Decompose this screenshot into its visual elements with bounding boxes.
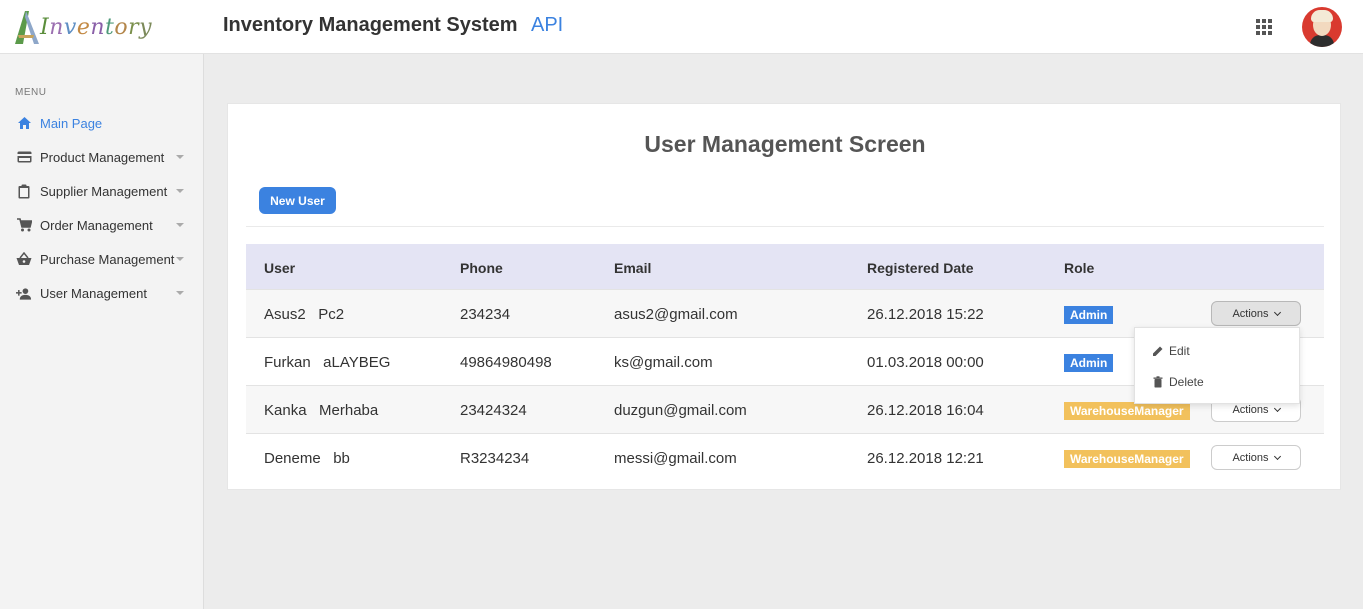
chevron-down-icon xyxy=(176,189,184,193)
chevron-down-icon xyxy=(1273,404,1281,412)
logo-letter: I xyxy=(40,14,50,40)
logo-letter: e xyxy=(76,14,91,40)
role-badge: Admin xyxy=(1064,306,1114,324)
cell-phone: R3234234 xyxy=(460,450,530,467)
actions-dropdown-menu: Edit Delete xyxy=(1134,327,1300,404)
sidebar-item-main-page[interactable]: Main Page xyxy=(0,108,203,138)
cell-user: Deneme bb xyxy=(264,450,350,467)
sidebar-item-label: Supplier Management xyxy=(40,183,168,199)
chevron-down-icon xyxy=(176,257,184,261)
sidebar-item-purchase-management[interactable]: Purchase Management xyxy=(0,244,203,274)
clipboard-icon xyxy=(16,183,32,199)
actions-label: Actions xyxy=(1232,403,1269,416)
home-icon xyxy=(16,115,32,131)
cell-phone: 234234 xyxy=(460,306,511,323)
new-user-button[interactable]: New User xyxy=(259,187,336,214)
credit-card-icon xyxy=(16,149,32,165)
user-add-icon xyxy=(16,285,32,301)
pencil-icon xyxy=(1153,346,1163,356)
cell-email: duzgun@gmail.com xyxy=(614,402,747,419)
chevron-down-icon xyxy=(1273,308,1281,316)
cell-user: Kanka Merhaba xyxy=(264,402,379,419)
cell-date: 26.12.2018 12:21 xyxy=(867,450,984,467)
column-header-registered-date: Registered Date xyxy=(867,260,974,276)
page-title: User Management Screen xyxy=(644,131,926,157)
sidebar: MENU Main Page Product Management Suppli… xyxy=(0,54,204,609)
logo-letter: v xyxy=(63,14,77,40)
logo-letter: t xyxy=(105,14,115,40)
api-link[interactable]: API xyxy=(531,14,563,37)
sidebar-item-label: Product Management xyxy=(40,149,165,165)
app-logo[interactable]: Inventory xyxy=(14,8,152,46)
menu-item-label: Edit xyxy=(1169,344,1190,358)
logo-letter: n xyxy=(90,14,106,40)
cell-email: ks@gmail.com xyxy=(614,354,713,371)
column-header-phone: Phone xyxy=(460,260,503,276)
table-row: Deneme bb R3234234 messi@gmail.com 26.12… xyxy=(246,433,1324,481)
cell-user: Asus2 Pc2 xyxy=(264,306,345,323)
logo-letter: n xyxy=(49,14,64,40)
logo-letter: r xyxy=(128,14,140,40)
sidebar-item-order-management[interactable]: Order Management xyxy=(0,210,203,240)
logo-letter: y xyxy=(139,14,153,40)
actions-button[interactable]: Actions xyxy=(1211,445,1301,470)
sidebar-item-product-management[interactable]: Product Management xyxy=(0,142,203,172)
cell-phone: 23424324 xyxy=(460,402,527,419)
cell-email: messi@gmail.com xyxy=(614,450,737,467)
user-avatar[interactable] xyxy=(1302,7,1342,47)
column-header-role: Role xyxy=(1064,260,1095,276)
sidebar-item-label: User Management xyxy=(40,285,147,301)
menu-item-edit[interactable]: Edit xyxy=(1135,336,1299,366)
top-header: Inventory Inventory Management System AP… xyxy=(0,0,1363,54)
menu-item-delete[interactable]: Delete xyxy=(1135,367,1299,397)
menu-label: MENU xyxy=(15,87,47,98)
trash-icon xyxy=(1153,376,1163,388)
sidebar-item-supplier-management[interactable]: Supplier Management xyxy=(0,176,203,206)
cell-user: Furkan aLAYBEG xyxy=(264,354,391,371)
sidebar-item-label: Main Page xyxy=(40,115,103,131)
cart-icon xyxy=(16,217,32,233)
basket-icon xyxy=(16,251,32,267)
sidebar-item-label: Purchase Management xyxy=(40,251,175,267)
cell-date: 01.03.2018 00:00 xyxy=(867,354,984,371)
cell-email: asus2@gmail.com xyxy=(614,306,738,323)
table-header: User Phone Email Registered Date Role xyxy=(246,244,1324,289)
actions-label: Actions xyxy=(1232,451,1269,464)
chevron-down-icon xyxy=(176,155,184,159)
user-management-card: User Management Screen New User User Pho… xyxy=(227,103,1341,490)
logo-letter: o xyxy=(114,14,129,40)
sidebar-item-user-management[interactable]: User Management xyxy=(0,278,203,308)
column-header-email: Email xyxy=(614,260,652,276)
logo-text: Inventory xyxy=(40,15,152,40)
cell-date: 26.12.2018 15:22 xyxy=(867,306,984,323)
cell-phone: 49864980498 xyxy=(460,354,552,371)
grid-apps-icon[interactable] xyxy=(1256,19,1272,35)
chevron-down-icon xyxy=(1273,452,1281,460)
divider xyxy=(246,226,1324,227)
chevron-down-icon xyxy=(176,291,184,295)
role-badge: WarehouseManager xyxy=(1064,450,1190,468)
cell-date: 26.12.2018 16:04 xyxy=(867,402,984,419)
actions-label: Actions xyxy=(1232,307,1269,320)
sidebar-item-label: Order Management xyxy=(40,217,153,233)
logo-mark-icon xyxy=(15,11,39,44)
chevron-down-icon xyxy=(176,223,184,227)
menu-item-label: Delete xyxy=(1169,375,1204,389)
column-header-user: User xyxy=(264,260,296,276)
actions-button[interactable]: Actions xyxy=(1211,301,1301,326)
app-title: Inventory Management System xyxy=(223,14,518,36)
role-badge: Admin xyxy=(1064,354,1114,372)
role-badge: WarehouseManager xyxy=(1064,402,1190,420)
